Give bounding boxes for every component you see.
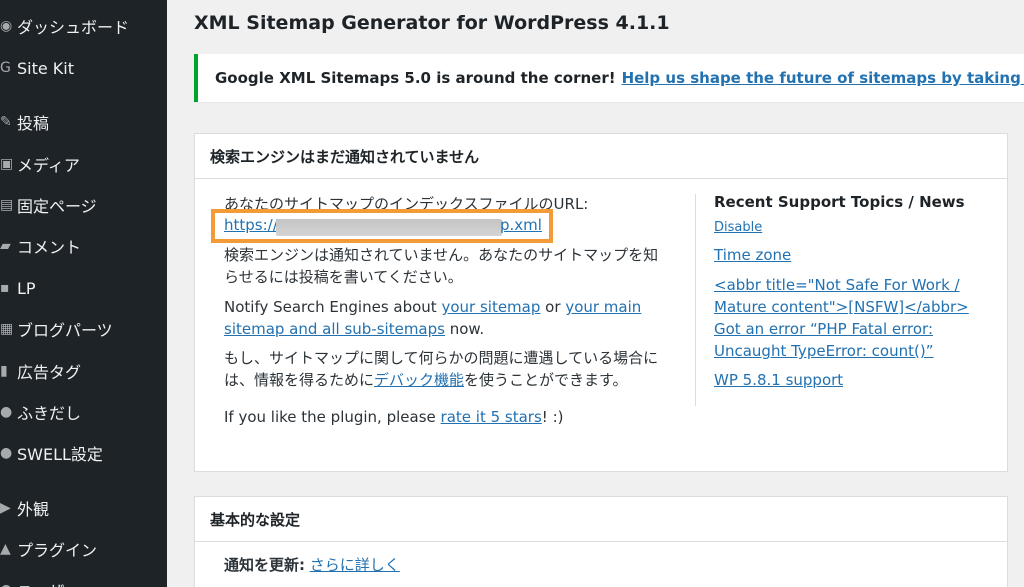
sidebar-item-pages[interactable]: ▤ 固定ページ <box>0 189 167 221</box>
problem-text-2b: を使うことができます。 <box>464 371 628 389</box>
your-sitemap-link[interactable]: your sitemap <box>441 298 540 316</box>
sitekit-icon: G <box>0 60 11 76</box>
sidebar-item-ad-tag[interactable]: ▮ 広告タグ <box>0 355 167 387</box>
support-topic-link[interactable]: Mature content">[NSFW]</abbr> <box>714 296 969 318</box>
support-topics-title: Recent Support Topics / News <box>714 193 965 211</box>
page-title: XML Sitemap Generator for WordPress 4.1.… <box>194 12 670 34</box>
sidebar-item-blog-parts[interactable]: ▦ ブログパーツ <box>0 313 167 345</box>
upgrade-notice: Google XML Sitemaps 5.0 is around the co… <box>194 54 1024 102</box>
sidebar-item-label: ダッシュボード <box>17 18 130 37</box>
rate-suffix: ! :) <box>541 408 564 426</box>
support-topic-link[interactable]: <abbr title="Not Safe For Work / <box>714 274 960 296</box>
notify-line-2: sitemap and all sub-sitemaps now. <box>224 318 484 340</box>
sidebar-item-media[interactable]: ▣ メディア <box>0 148 167 180</box>
plugin-icon: ▲ <box>0 541 11 557</box>
notify-prefix: Notify Search Engines about <box>224 298 437 316</box>
sidebar-item-label: メディア <box>17 156 80 175</box>
problem-line-2: は、情報を得るためにデバック機能を使うことができます。 <box>224 369 628 391</box>
sidebar-item-label: Site Kit <box>17 58 75 78</box>
sidebar-item-lp[interactable]: ▪ LP <box>0 272 167 304</box>
users-icon: ● <box>0 581 12 587</box>
comment-icon: ▰ <box>0 238 11 254</box>
sidebar-item-label: SWELL設定 <box>17 445 103 464</box>
support-topic-link[interactable]: Uncaught TypeError: count()” <box>714 340 933 362</box>
appearance-icon: ▶ <box>0 500 11 516</box>
problem-text-2a: は、情報を得るために <box>224 371 375 389</box>
lp-icon: ▪ <box>0 280 10 296</box>
rate-link[interactable]: rate it 5 stars <box>441 408 542 426</box>
disable-link[interactable]: Disable <box>714 217 762 239</box>
notify-line: Notify Search Engines about your sitemap… <box>224 296 641 318</box>
sidebar-item-label: 固定ページ <box>17 197 97 216</box>
sidebar-item-label: 広告タグ <box>17 363 82 382</box>
pin-icon: ✎ <box>0 114 12 130</box>
update-notify-label: 通知を更新: <box>224 556 305 574</box>
notify-now: now. <box>449 320 485 338</box>
status-postbox: 検索エンジンはまだ通知されていません あなたのサイトマップのインデックスファイル… <box>194 133 1008 472</box>
sidebar-item-appearance[interactable]: ▶ 外観 <box>0 492 167 524</box>
basic-settings-title: 基本的な設定 <box>195 497 1007 542</box>
support-topic-link[interactable]: Time zone <box>714 244 791 266</box>
sidebar-item-label: コメント <box>17 238 82 257</box>
main-content: XML Sitemap Generator for WordPress 4.1.… <box>167 0 1024 587</box>
debug-link[interactable]: デバック機能 <box>374 371 464 389</box>
blog-parts-icon: ▦ <box>0 321 12 337</box>
sidebar-item-posts[interactable]: ✎ 投稿 <box>0 106 167 138</box>
update-notify-line: 通知を更新: さらに詳しく <box>224 554 400 576</box>
problem-text-1: もし、サイトマップに関して何らかの問題に遭遇している場合に <box>224 349 659 367</box>
sidebar-item-comments[interactable]: ▰ コメント <box>0 230 167 262</box>
rate-line: If you like the plugin, please rate it 5… <box>224 406 563 428</box>
rate-prefix: If you like the plugin, please <box>224 408 436 426</box>
url-highlight-box <box>211 209 553 243</box>
page-icon: ▤ <box>0 197 12 213</box>
ad-tag-icon: ▮ <box>0 363 8 379</box>
sidebar-item-label: ブログパーツ <box>17 321 113 340</box>
admin-sidebar: ◉ ダッシュボード G Site Kit ✎ 投稿 ▣ メディア ▤ 固定ページ… <box>0 0 167 587</box>
not-notified-text-1: 検索エンジンは通知されていません。あなたのサイトマップを知 <box>224 246 659 264</box>
notice-text: Google XML Sitemaps 5.0 is around the co… <box>215 69 616 87</box>
sidebar-item-users[interactable]: ● ユーザー <box>0 574 167 587</box>
support-topic-link[interactable]: WP 5.8.1 support <box>714 369 843 391</box>
sidebar-item-label: プラグイン <box>17 541 98 560</box>
dashboard-icon: ◉ <box>0 18 12 34</box>
basic-settings-postbox: 基本的な設定 通知を更新: さらに詳しく <box>194 496 1008 587</box>
sidebar-item-label: 外観 <box>17 500 50 519</box>
swell-icon: ● <box>0 445 12 461</box>
media-icon: ▣ <box>0 156 12 172</box>
learn-more-link[interactable]: さらに詳しく <box>310 556 400 574</box>
not-notified-text-2: らせるには投稿を書いてください。 <box>224 268 463 286</box>
all-sitemaps-link[interactable]: sitemap and all sub-sitemaps <box>224 320 445 338</box>
speech-bubble-icon: ● <box>0 404 12 420</box>
sidebar-item-label: LP <box>17 278 36 298</box>
sidebar-item-label: ふきだし <box>17 404 82 423</box>
status-postbox-title: 検索エンジンはまだ通知されていません <box>195 134 1007 179</box>
support-topic-link[interactable]: Got an error “PHP Fatal error: <box>714 318 933 340</box>
main-sitemap-link[interactable]: your main <box>565 298 641 316</box>
sidebar-item-plugins[interactable]: ▲ プラグイン <box>0 533 167 565</box>
survey-link[interactable]: Help us shape the future of sitemaps by … <box>622 69 1024 87</box>
sidebar-item-dashboard[interactable]: ◉ ダッシュボード <box>0 10 167 42</box>
sidebar-item-swell-settings[interactable]: ● SWELL設定 <box>0 437 167 469</box>
sidebar-item-balloon[interactable]: ● ふきだし <box>0 396 167 428</box>
sidebar-item-label: ユーザー <box>17 578 81 587</box>
sidebar-item-label: 投稿 <box>17 114 50 133</box>
notify-or: or <box>545 298 561 316</box>
column-divider <box>695 194 696 406</box>
sidebar-item-sitekit[interactable]: G Site Kit <box>0 52 167 84</box>
